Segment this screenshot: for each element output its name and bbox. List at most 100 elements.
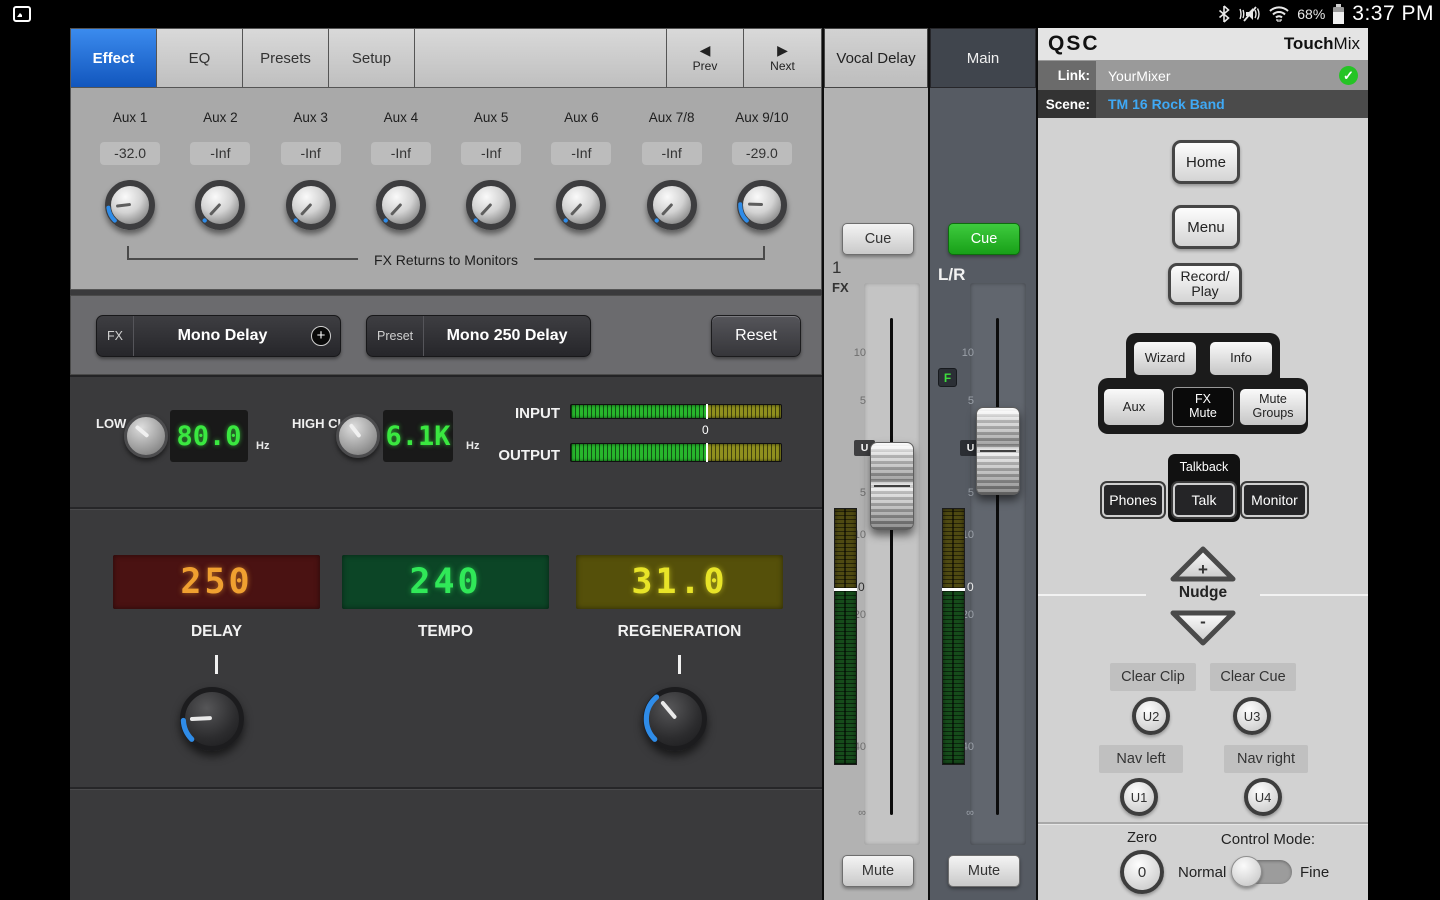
talk-button[interactable]: Talk <box>1173 483 1235 517</box>
aux-value[interactable]: -Inf <box>281 142 341 165</box>
fx-strip-header[interactable]: Vocal Delay <box>824 28 928 88</box>
battery-icon <box>1332 4 1345 25</box>
aux-send-knob[interactable] <box>195 180 245 230</box>
screenshot-icon <box>12 4 32 24</box>
channel-number: 1 <box>832 258 841 278</box>
aux-send-knob[interactable] <box>105 180 155 230</box>
fx-combo-label: FX <box>97 316 134 356</box>
fx-mute-button-panel[interactable]: FXMute <box>1172 387 1234 427</box>
meter-zero-label: 0 <box>967 580 974 594</box>
main-channel-name: L/R <box>938 265 965 285</box>
monitor-button[interactable]: Monitor <box>1242 483 1307 517</box>
nudge-down-button[interactable]: - <box>1168 608 1238 648</box>
nav-right-button[interactable]: Nav right <box>1224 745 1308 773</box>
regeneration-label: REGENERATION <box>576 623 783 641</box>
control-mode-label: Control Mode: <box>1188 831 1348 848</box>
fx-params-panel: LOW CUT 80.0 Hz HIGH CUT 6.1K Hz INPUT 0… <box>70 375 822 900</box>
scene-value[interactable]: TM 16 Rock Band <box>1108 96 1225 112</box>
channel-type: FX <box>832 280 849 295</box>
wizard-button[interactable]: Wizard <box>1134 342 1196 375</box>
phones-button[interactable]: Phones <box>1102 483 1164 517</box>
aux-label: Aux 2 <box>175 110 265 125</box>
user-button-u3[interactable]: U3 <box>1233 697 1271 735</box>
next-arrow-icon: ▶ <box>777 43 788 57</box>
aux-value[interactable]: -Inf <box>551 142 611 165</box>
effect-panel: Effect EQ Presets Setup ◀ Prev ▶ Next Au… <box>70 28 822 900</box>
high-cut-knob[interactable] <box>336 414 380 458</box>
tab-effect[interactable]: Effect <box>71 29 157 87</box>
main-mute-button[interactable]: Mute <box>948 855 1020 887</box>
aux-caption: FX Returns to Monitors <box>358 250 534 270</box>
info-button[interactable]: Info <box>1210 342 1272 375</box>
aux-value[interactable]: -Inf <box>461 142 521 165</box>
main-strip-header[interactable]: Main <box>930 28 1036 88</box>
main-level-meter <box>942 508 965 765</box>
clear-cue-button[interactable]: Clear Cue <box>1210 663 1296 691</box>
aux-send-knob[interactable] <box>737 180 787 230</box>
regeneration-display: 31.0 <box>576 555 783 609</box>
user-button-u1[interactable]: U1 <box>1120 778 1158 816</box>
delay-display: 250 <box>113 555 320 609</box>
aux-sends-panel: Aux 1 -32.0 Aux 2 -Inf Aux 3 -Inf <box>70 88 822 290</box>
aux-value[interactable]: -29.0 <box>732 142 792 165</box>
reset-button[interactable]: Reset <box>711 315 801 357</box>
home-button[interactable]: Home <box>1172 140 1240 184</box>
fx-cue-button[interactable]: Cue <box>842 223 914 255</box>
aux-send-knob[interactable] <box>286 180 336 230</box>
mute-groups-button[interactable]: MuteGroups <box>1240 389 1306 425</box>
fx-fader-handle[interactable] <box>870 442 914 530</box>
prev-button[interactable]: ◀ Prev <box>667 29 744 87</box>
aux-label: Aux 3 <box>266 110 356 125</box>
fx-type-combo[interactable]: FX Mono Delay + <box>96 315 341 357</box>
aux-send-knob[interactable] <box>466 180 516 230</box>
toggle-knob[interactable] <box>1231 856 1262 887</box>
tab-eq[interactable]: EQ <box>157 29 243 87</box>
aux-send-knob[interactable] <box>376 180 426 230</box>
tab-presets[interactable]: Presets <box>243 29 329 87</box>
fx-return-strip: Vocal Delay Cue 1 FX 10 5 U 5 10 20 40 ∞… <box>822 28 930 900</box>
next-button[interactable]: ▶ Next <box>744 29 821 87</box>
sound-muted-icon <box>1237 5 1261 23</box>
fx-preset-combo[interactable]: Preset Mono 250 Delay <box>366 315 591 357</box>
tab-setup[interactable]: Setup <box>329 29 415 87</box>
aux-value[interactable]: -Inf <box>190 142 250 165</box>
aux-value[interactable]: -Inf <box>371 142 431 165</box>
knob-tick <box>215 655 218 674</box>
clock: 3:37 PM <box>1352 2 1434 26</box>
fx-add-icon[interactable]: + <box>311 326 331 346</box>
main-fader-handle[interactable] <box>976 407 1020 495</box>
regeneration-knob[interactable] <box>643 687 707 751</box>
scene-row: Scene: TM 16 Rock Band <box>1038 90 1368 118</box>
user-button-u2[interactable]: U2 <box>1132 697 1170 735</box>
zero-button[interactable]: 0 <box>1120 850 1164 894</box>
fader-track-panel <box>864 283 920 845</box>
delay-knob[interactable] <box>180 687 244 751</box>
aux-label: Aux 9/10 <box>717 110 807 125</box>
aux-label: Aux 1 <box>85 110 175 125</box>
nudge-label: Nudge <box>1038 584 1368 602</box>
link-label: Link: <box>1038 61 1096 90</box>
link-row: Link: YourMixer ✓ <box>1038 61 1368 90</box>
fx-mute-button[interactable]: Mute <box>842 855 914 887</box>
control-mode-toggle[interactable] <box>1234 860 1292 884</box>
aux-label: Aux 7/8 <box>627 110 717 125</box>
nudge-up-button[interactable]: + <box>1168 544 1238 584</box>
bluetooth-icon <box>1218 5 1230 23</box>
aux-send-knob[interactable] <box>647 180 697 230</box>
user-button-u4[interactable]: U4 <box>1244 778 1282 816</box>
aux-button[interactable]: Aux <box>1104 389 1164 425</box>
aux-send-knob[interactable] <box>556 180 606 230</box>
record-play-button[interactable]: Record/Play <box>1168 263 1242 305</box>
aux-value[interactable]: -Inf <box>642 142 702 165</box>
nav-left-button[interactable]: Nav left <box>1099 745 1183 773</box>
menu-button[interactable]: Menu <box>1172 205 1240 249</box>
link-value[interactable]: YourMixer <box>1108 68 1171 84</box>
low-cut-knob[interactable] <box>124 414 168 458</box>
main-cue-button[interactable]: Cue <box>948 223 1020 255</box>
main-strip: Main Cue L/R F 10 5 U 5 10 20 40 ∞ 0 Mut… <box>930 28 1038 900</box>
divider <box>70 787 822 789</box>
fx-type-value: Mono Delay <box>134 327 311 345</box>
knob-tick <box>678 655 681 674</box>
aux-value[interactable]: -32.0 <box>100 142 160 165</box>
clear-clip-button[interactable]: Clear Clip <box>1110 663 1196 691</box>
